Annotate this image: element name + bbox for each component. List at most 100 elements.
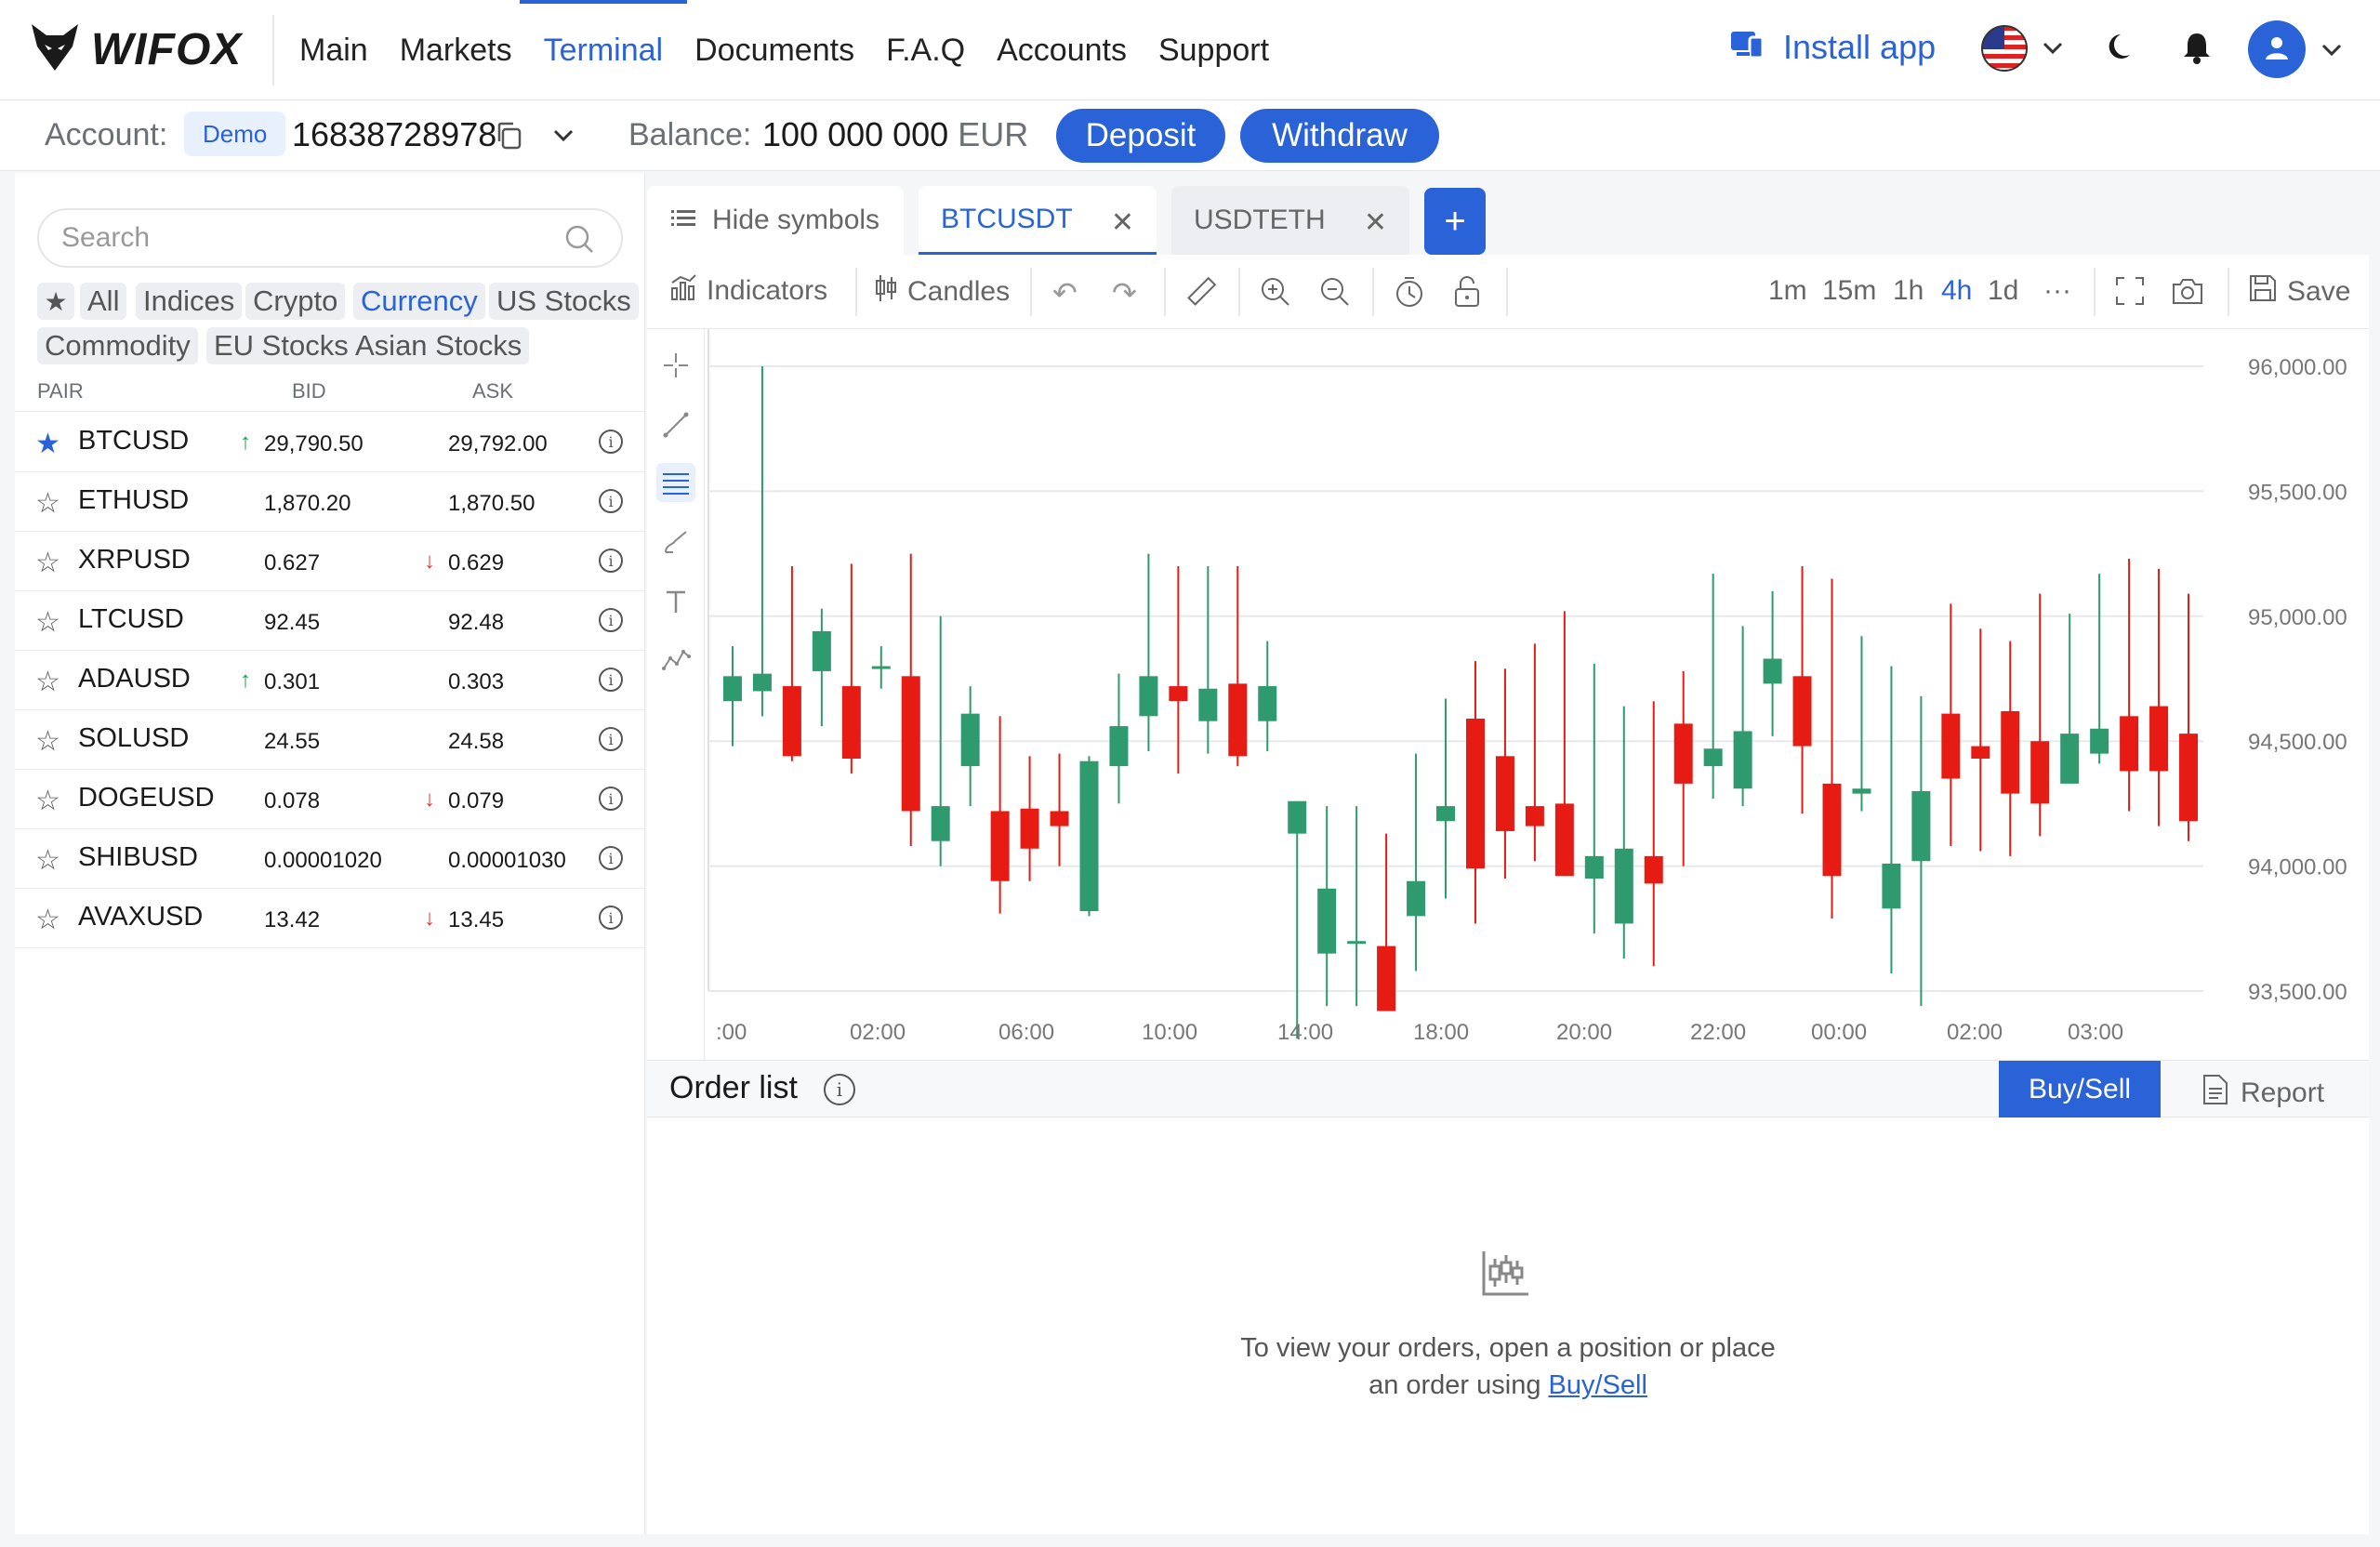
candle-body — [1763, 658, 1782, 684]
tab-btcusdt[interactable]: BTCUSDT ✕ — [919, 186, 1157, 255]
star-filled-icon[interactable]: ★ — [35, 428, 60, 460]
filter-indices[interactable]: Indices — [136, 283, 243, 320]
timeframe-1d[interactable]: 1d — [1988, 275, 2018, 307]
symbol-search-input[interactable]: Search — [37, 208, 623, 268]
info-icon[interactable]: i — [599, 906, 623, 930]
toolbar-divider — [2228, 268, 2229, 316]
timeframe-1h[interactable]: 1h — [1893, 275, 1924, 307]
table-row[interactable]: ★ BTCUSD ↑ 29,790.50 29,792.00 i — [15, 413, 645, 472]
horizontal-lines-icon[interactable] — [656, 463, 695, 502]
candles-label: Candles — [907, 276, 1011, 307]
close-icon[interactable]: ✕ — [1364, 206, 1387, 239]
table-row[interactable]: ☆ SOLUSD 24.55 24.58 i — [15, 710, 645, 770]
tab-usdteth[interactable]: USDTETH ✕ — [1171, 186, 1409, 255]
report-tab[interactable]: Report — [2202, 1074, 2324, 1113]
chart-type-button[interactable]: Candles — [874, 273, 1010, 311]
table-row[interactable]: ☆ LTCUSD 92.45 92.48 i — [15, 591, 645, 651]
nav-markets[interactable]: Markets — [400, 0, 512, 100]
info-icon[interactable]: i — [824, 1074, 855, 1105]
info-icon[interactable]: i — [599, 846, 623, 870]
indicators-button[interactable]: Indicators — [669, 273, 827, 309]
filter-eu-stocks[interactable]: EU Stocks — [206, 327, 356, 364]
dark-mode-toggle[interactable] — [2099, 26, 2146, 73]
filter-asian-stocks[interactable]: Asian Stocks — [348, 327, 530, 364]
withdraw-button[interactable]: Withdraw — [1240, 109, 1439, 163]
info-icon[interactable]: i — [599, 668, 623, 692]
star-outline-icon[interactable]: ☆ — [35, 785, 60, 817]
info-icon[interactable]: i — [599, 787, 623, 811]
filter-crypto[interactable]: Crypto — [245, 283, 346, 320]
filter-all[interactable]: All — [80, 283, 127, 320]
info-icon[interactable]: i — [599, 608, 623, 632]
account-dropdown-chevron-icon[interactable] — [552, 128, 575, 148]
chevron-down-icon[interactable] — [2320, 43, 2343, 62]
notifications-button[interactable] — [2174, 26, 2220, 73]
buy-sell-tab[interactable]: Buy/Sell — [1999, 1061, 2161, 1118]
timeframe-15m[interactable]: 15m — [1822, 275, 1876, 307]
filter-commodity[interactable]: Commodity — [37, 327, 198, 364]
copy-icon[interactable] — [495, 121, 524, 155]
save-layout-button[interactable]: Save — [2248, 273, 2350, 311]
logo[interactable]: WIFOX — [28, 20, 242, 79]
brush-icon[interactable] — [656, 522, 695, 562]
camera-icon[interactable] — [2170, 275, 2205, 311]
fullscreen-icon[interactable] — [2114, 275, 2146, 311]
table-row[interactable]: ☆ SHIBUSD 0.00001020 0.00001030 i — [15, 829, 645, 889]
favorites-filter[interactable]: ★ — [37, 283, 74, 320]
y-tick-label: 93,500.00 — [2248, 980, 2347, 1005]
info-icon[interactable]: i — [599, 430, 623, 454]
close-icon[interactable]: ✕ — [1111, 206, 1134, 239]
nav-faq[interactable]: F.A.Q — [886, 0, 965, 100]
trend-line-icon[interactable] — [656, 405, 695, 444]
star-outline-icon[interactable]: ☆ — [35, 844, 60, 877]
star-outline-icon[interactable]: ☆ — [35, 725, 60, 758]
timeframe-4h[interactable]: 4h — [1941, 275, 1972, 307]
table-row[interactable]: ☆ DOGEUSD 0.078 ↓ 0.079 i — [15, 770, 645, 829]
add-tab-button[interactable]: + — [1424, 188, 1486, 255]
install-app-button[interactable]: Install app — [1729, 26, 1936, 68]
zoom-out-icon[interactable] — [1318, 275, 1352, 313]
table-row[interactable]: ☆ XRPUSD 0.627 ↓ 0.629 i — [15, 532, 645, 591]
nav-terminal[interactable]: Terminal — [519, 0, 688, 100]
user-avatar[interactable] — [2248, 20, 2306, 78]
timeframe-1m[interactable]: 1m — [1768, 275, 1807, 307]
candle-body — [841, 686, 861, 760]
ask-price: 24.58 — [448, 729, 505, 754]
nav-support[interactable]: Support — [1158, 0, 1269, 100]
hide-symbols-button[interactable]: Hide symbols — [647, 186, 904, 255]
nav-documents[interactable]: Documents — [694, 0, 854, 100]
star-outline-icon[interactable]: ☆ — [35, 547, 60, 579]
table-row[interactable]: ☆ ETHUSD 1,870.20 1,870.50 i — [15, 472, 645, 532]
clock-icon[interactable] — [1393, 275, 1426, 313]
star-outline-icon[interactable]: ☆ — [35, 666, 60, 698]
info-icon[interactable]: i — [599, 549, 623, 573]
balance-label: Balance: — [628, 117, 752, 152]
buy-sell-link[interactable]: Buy/Sell — [1549, 1370, 1647, 1400]
nav-accounts[interactable]: Accounts — [997, 0, 1127, 100]
ruler-icon[interactable] — [1184, 275, 1218, 313]
table-row[interactable]: ☆ ADAUSD ↑ 0.301 0.303 i — [15, 651, 645, 710]
more-timeframes-button[interactable]: ··· — [2043, 275, 2071, 307]
redo-icon[interactable]: ↷ — [1112, 275, 1137, 311]
pattern-tool-icon[interactable] — [656, 640, 695, 679]
star-outline-icon[interactable]: ☆ — [35, 904, 60, 936]
nav-main[interactable]: Main — [299, 0, 368, 100]
filter-currency[interactable]: Currency — [353, 283, 485, 320]
pair-name: SOLUSD — [78, 723, 190, 753]
deposit-button[interactable]: Deposit — [1056, 109, 1225, 163]
star-outline-icon[interactable]: ☆ — [35, 606, 60, 639]
info-icon[interactable]: i — [599, 489, 623, 513]
star-outline-icon[interactable]: ☆ — [35, 487, 60, 520]
undo-icon[interactable]: ↶ — [1052, 275, 1078, 311]
table-row[interactable]: ☆ AVAXUSD 13.42 ↓ 13.45 i — [15, 889, 645, 948]
x-tick-label: 18:00 — [1413, 1020, 1469, 1045]
lock-icon[interactable] — [1452, 275, 1482, 313]
info-icon[interactable]: i — [599, 727, 623, 751]
language-selector[interactable] — [1980, 24, 2064, 77]
price-chart[interactable]: 96,000.00 95,500.00 95,000.00 94,500.00 94,0… — [705, 329, 2369, 1060]
zoom-in-icon[interactable] — [1259, 275, 1292, 313]
toolbar-divider — [1164, 268, 1166, 316]
text-tool-icon[interactable] — [656, 582, 695, 621]
filter-us-stocks[interactable]: US Stocks — [489, 283, 639, 320]
crosshair-icon[interactable] — [656, 346, 695, 385]
